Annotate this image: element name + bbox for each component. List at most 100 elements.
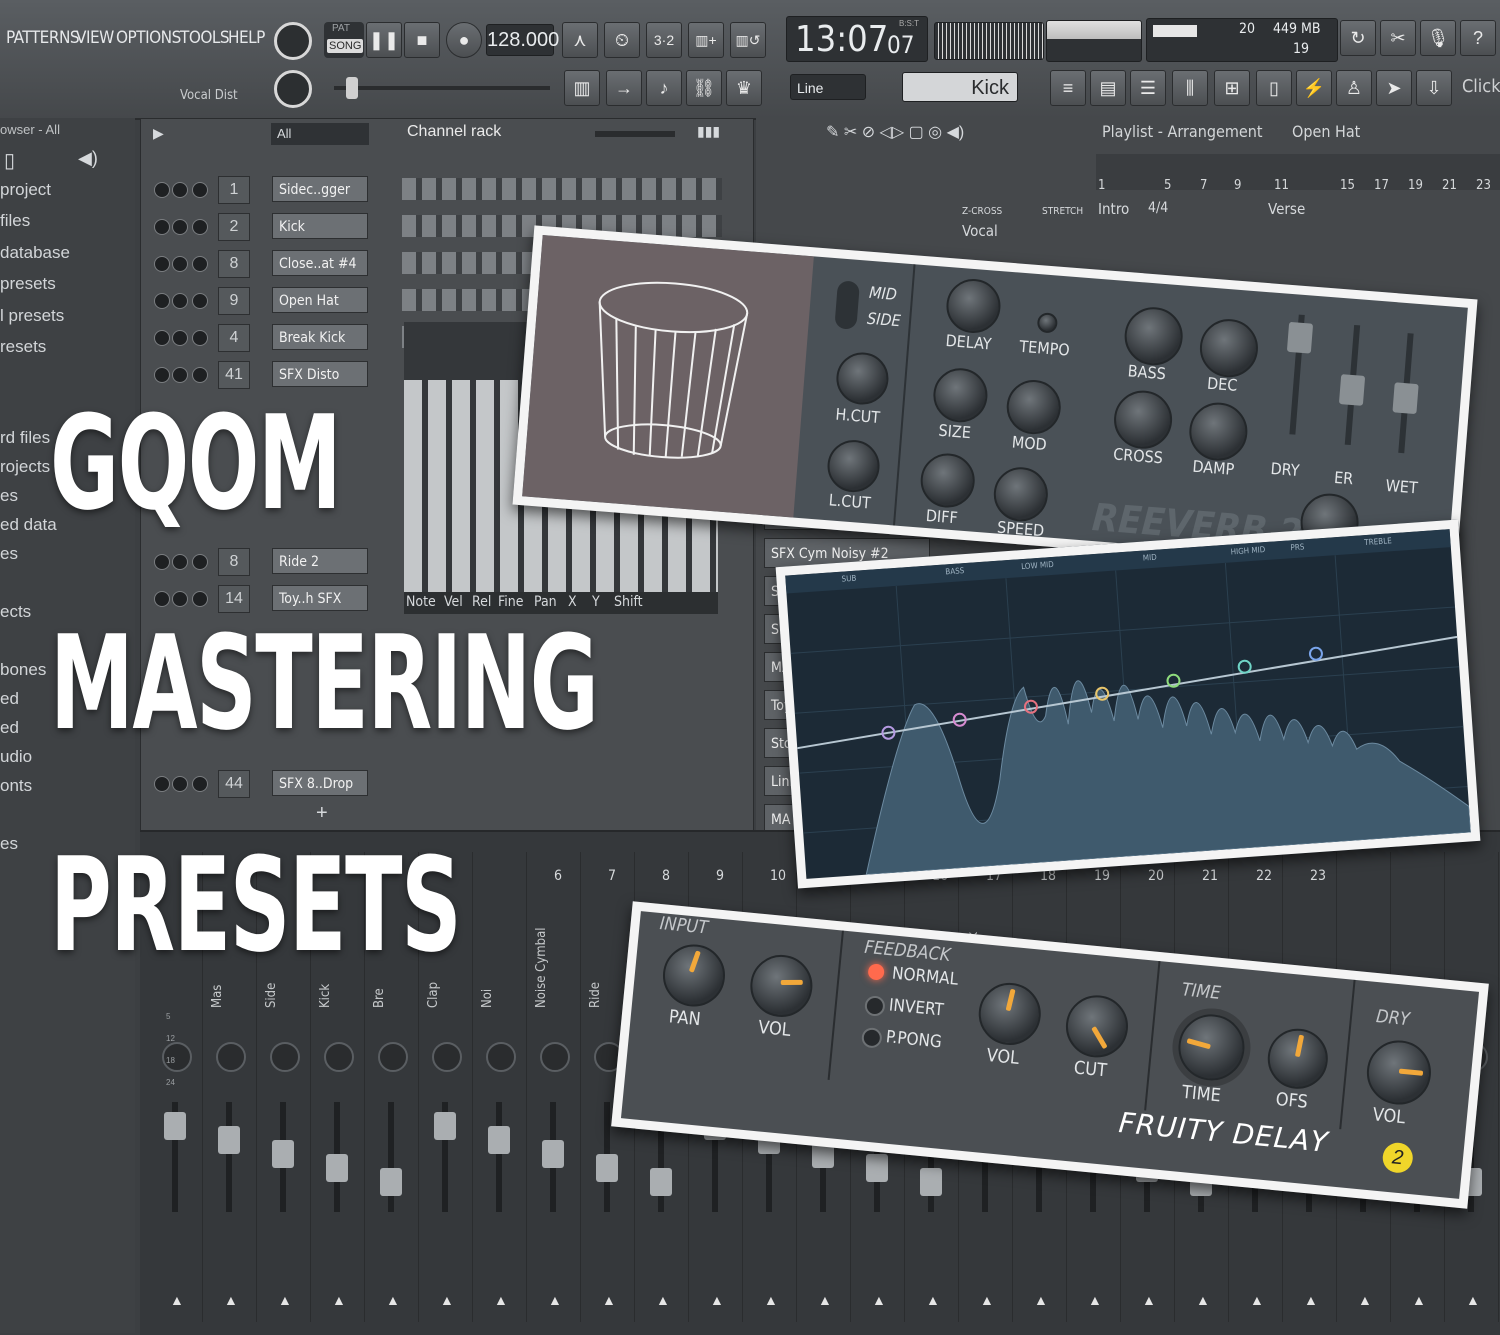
menu-options[interactable]: OPTIONS — [116, 28, 181, 48]
bass-knob[interactable] — [1122, 305, 1185, 368]
channel-pan-knob[interactable] — [172, 554, 188, 570]
channel-pan-knob[interactable] — [172, 330, 188, 346]
normal-label[interactable]: NORMAL — [891, 964, 959, 990]
mixer-track-name[interactable]: Kick — [318, 984, 333, 1008]
invert-label[interactable]: INVERT — [888, 995, 944, 1020]
countdown-icon[interactable]: 3·2 — [646, 22, 682, 58]
channel-name-button[interactable]: SFX Disto — [272, 361, 368, 387]
channel-pan-knob[interactable] — [172, 182, 188, 198]
channel-vol-knob[interactable] — [192, 776, 208, 792]
browser-item[interactable]: es — [0, 834, 18, 854]
marker-intro[interactable]: Intro — [1098, 200, 1129, 218]
route-arrow-icon[interactable]: ▲ — [224, 1292, 238, 1308]
mixer-track-number[interactable]: 10 — [770, 868, 786, 884]
menu-view[interactable]: VIEW — [76, 28, 114, 48]
channel-pan-knob[interactable] — [172, 367, 188, 383]
browser-item[interactable]: onts — [0, 776, 32, 796]
filter-select[interactable]: All — [271, 123, 369, 145]
mod-knob[interactable] — [1004, 378, 1063, 437]
play-button[interactable]: ❚❚ — [366, 22, 402, 58]
mixer-pan-knob[interactable] — [432, 1042, 462, 1072]
invert-radio[interactable] — [863, 995, 886, 1017]
channel-number[interactable]: 44 — [218, 770, 250, 798]
track-name[interactable]: Vocal — [962, 222, 998, 240]
mixer-fader[interactable] — [326, 1102, 348, 1212]
browser-item[interactable]: presets — [0, 274, 56, 294]
mixer-fader[interactable] — [488, 1102, 510, 1212]
document-icon[interactable]: ▯ — [1256, 70, 1292, 106]
route-arrow-icon[interactable]: ▲ — [170, 1292, 184, 1308]
mixer-track[interactable]: ▲ — [474, 852, 527, 1322]
wait-input-icon[interactable]: ⏲ — [604, 22, 640, 58]
menu-help[interactable]: HELP — [228, 28, 265, 48]
add-channel-button[interactable]: + — [316, 802, 328, 825]
route-arrow-icon[interactable]: ▲ — [1196, 1292, 1210, 1308]
route-arrow-icon[interactable]: ▲ — [1412, 1292, 1426, 1308]
pingpong-label[interactable]: P.PONG — [885, 1027, 943, 1052]
size-knob[interactable] — [931, 366, 990, 425]
dry-slider[interactable] — [1286, 314, 1314, 435]
route-arrow-icon[interactable]: ▲ — [332, 1292, 346, 1308]
browser-item[interactable]: ed data — [0, 515, 57, 535]
microphone-icon[interactable]: 🎙 — [1420, 20, 1456, 56]
graph-icon[interactable]: ▮▮▮ — [697, 123, 720, 140]
route-arrow-icon[interactable]: ▲ — [872, 1292, 886, 1308]
channel-row[interactable]: 44 SFX 8..Drop — [148, 770, 738, 800]
browser-item[interactable]: es — [0, 486, 18, 506]
pan-knob[interactable] — [660, 941, 728, 1010]
mute-led[interactable] — [154, 591, 170, 607]
ofs-knob[interactable] — [1265, 1026, 1331, 1092]
dry-vol-knob[interactable] — [1364, 1037, 1434, 1108]
browser-item[interactable]: ects — [0, 602, 31, 622]
mute-led[interactable] — [154, 182, 170, 198]
mixer-track-name[interactable]: Bre — [372, 988, 387, 1008]
mid-side-switch[interactable] — [834, 280, 860, 330]
mixer-track-name[interactable]: Ride — [588, 982, 603, 1008]
undo-icon[interactable]: ↻ — [1340, 20, 1376, 56]
mixer-track-number[interactable]: 6 — [554, 868, 562, 884]
mixer-pan-knob[interactable] — [486, 1042, 516, 1072]
channel-number[interactable]: 4 — [218, 324, 250, 352]
tempo-display[interactable]: 128.000 — [486, 24, 559, 56]
browser-item[interactable]: files — [0, 211, 30, 231]
mixer-track-number[interactable]: 7 — [608, 868, 616, 884]
loop-record-icon[interactable]: ▥↺ — [730, 22, 766, 58]
mixer-track-number[interactable]: 19 — [1094, 868, 1110, 884]
pat-song-toggle[interactable]: PAT SONG — [324, 22, 364, 58]
route-arrow-icon[interactable]: ▲ — [764, 1292, 778, 1308]
bar-number[interactable]: 23 — [1476, 178, 1491, 193]
mute-led[interactable] — [154, 776, 170, 792]
route-arrow-icon[interactable]: ▲ — [656, 1292, 670, 1308]
mute-led[interactable] — [154, 256, 170, 272]
mute-led[interactable] — [154, 330, 170, 346]
channel-number[interactable]: 8 — [218, 250, 250, 278]
mixer-track-name[interactable]: Noi — [480, 989, 495, 1008]
route-arrow-icon[interactable]: ▲ — [818, 1292, 832, 1308]
mixer-track-name[interactable]: Side — [264, 983, 279, 1008]
mixer-icon[interactable]: ⫼ — [1172, 70, 1208, 106]
bar-number[interactable]: 21 — [1442, 178, 1457, 193]
mixer-fader[interactable] — [542, 1102, 564, 1212]
channel-name-button[interactable]: SFX 8..Drop — [272, 770, 368, 796]
pingpong-radio[interactable] — [860, 1026, 883, 1049]
browser-item[interactable]: ed — [0, 718, 19, 738]
mixer-track-number[interactable]: 22 — [1256, 868, 1272, 884]
click-label[interactable]: Click — [1462, 76, 1500, 97]
eq-spectrum[interactable] — [786, 547, 1471, 879]
marker-time-sig[interactable]: 4/4 — [1148, 200, 1168, 216]
bar-number[interactable]: 9 — [1234, 178, 1241, 193]
bar-number[interactable]: 7 — [1200, 178, 1207, 193]
browser-item[interactable]: es — [0, 544, 18, 564]
mixer-track-number[interactable]: 21 — [1202, 868, 1218, 884]
browser-item[interactable]: database — [0, 243, 70, 263]
play-arrow-icon[interactable]: ▶ — [153, 125, 164, 142]
browser-item[interactable]: rojects — [0, 457, 50, 477]
mixer-track-number[interactable]: 8 — [662, 868, 670, 884]
stretch-toggle[interactable]: STRETCH — [1042, 206, 1083, 217]
route-arrow-icon[interactable]: ▲ — [386, 1292, 400, 1308]
channel-name-button[interactable]: Break Kick — [272, 324, 368, 350]
speed-knob[interactable] — [991, 465, 1050, 524]
mixer-fader[interactable] — [164, 1102, 186, 1212]
normal-radio[interactable] — [867, 963, 885, 981]
bar-number[interactable]: 1 — [1098, 178, 1105, 193]
